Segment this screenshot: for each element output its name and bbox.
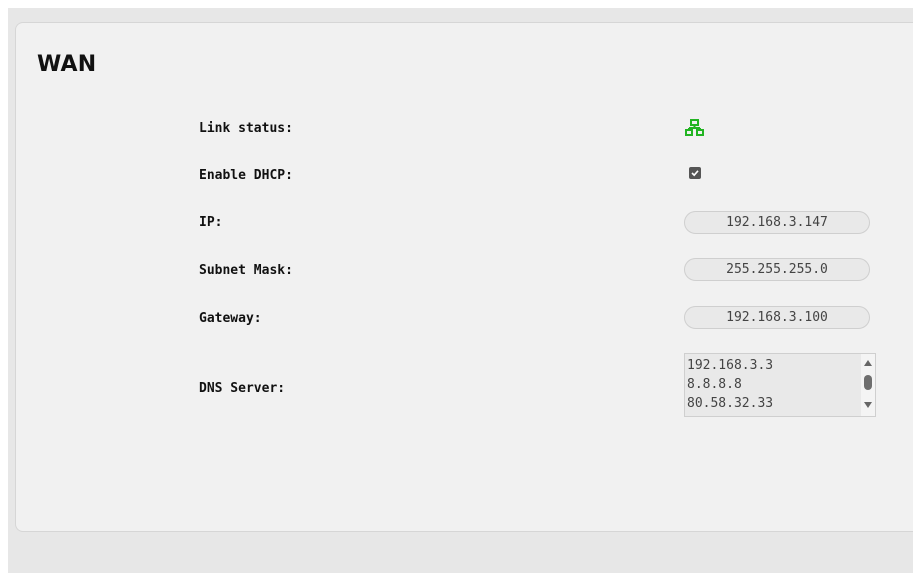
dns-scrollbar[interactable]: [861, 354, 875, 416]
dns-server-list: 192.168.3.3 8.8.8.8 80.58.32.33: [687, 356, 857, 413]
gateway-field[interactable]: [684, 306, 870, 329]
gateway-label: Gateway:: [199, 311, 262, 326]
enable-dhcp-label: Enable DHCP:: [199, 168, 293, 183]
dns-server-entry: 8.8.8.8: [687, 377, 742, 392]
dns-server-label: DNS Server:: [199, 381, 286, 396]
subnet-mask-label: Subnet Mask:: [199, 263, 293, 278]
ip-label: IP:: [199, 215, 223, 230]
scroll-down-arrow-icon[interactable]: [864, 402, 872, 408]
scroll-up-arrow-icon[interactable]: [864, 360, 872, 366]
enable-dhcp-checkbox[interactable]: [689, 167, 701, 179]
ip-field[interactable]: [684, 211, 870, 234]
scrollbar-thumb[interactable]: [864, 375, 872, 390]
link-status-label: Link status:: [199, 121, 293, 136]
dns-server-entry: 192.168.3.3: [687, 358, 774, 373]
dns-server-entry: 80.58.32.33: [687, 396, 774, 411]
subnet-mask-field[interactable]: [684, 258, 870, 281]
network-connected-icon: [685, 119, 704, 137]
checkmark-icon: [691, 170, 699, 177]
dns-server-textarea[interactable]: 192.168.3.3 8.8.8.8 80.58.32.33: [684, 353, 876, 417]
section-title: WAN: [37, 52, 97, 77]
